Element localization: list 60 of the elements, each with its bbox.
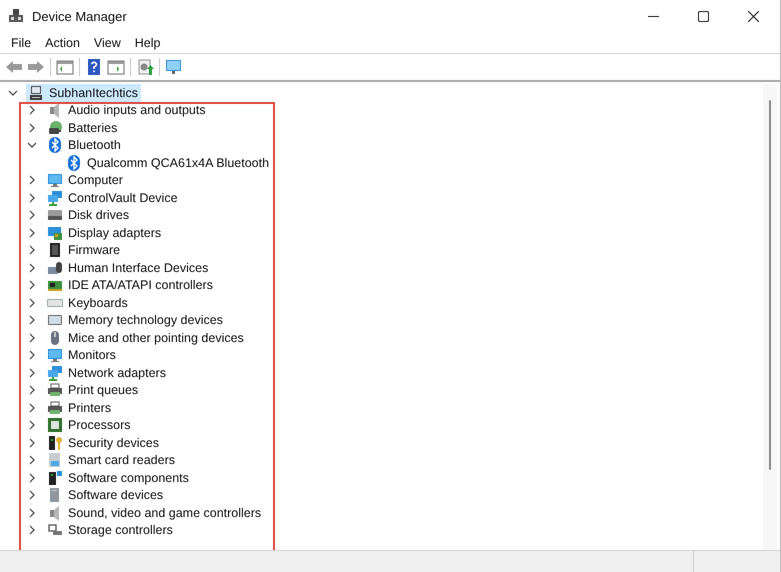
app-icon — [8, 8, 24, 24]
help-icon — [85, 58, 103, 76]
tree-item[interactable]: SubhanItechtics — [26, 84, 141, 102]
keyboard-mouse-icon — [47, 260, 63, 276]
chip-icon — [47, 242, 63, 258]
tree-item[interactable]: Batteries — [45, 118, 120, 137]
tree-item[interactable]: Mice and other pointing devices — [45, 328, 247, 347]
menu-item[interactable]: File — [4, 34, 38, 52]
tree-item[interactable]: Monitors — [45, 346, 119, 364]
bluetooth-icon — [66, 154, 82, 171]
scrollbar-thumb[interactable] — [769, 100, 771, 470]
tree-item[interactable]: Bluetooth — [45, 136, 124, 154]
tree-item[interactable]: Security devices — [45, 434, 162, 452]
tree-item[interactable]: Qualcomm QCA61x4A Bluetooth — [64, 154, 272, 172]
tree-item[interactable]: Network adapters — [45, 364, 169, 382]
processor-icon — [47, 417, 63, 434]
tree-item[interactable]: Printers — [45, 398, 114, 417]
network-icon — [47, 364, 63, 381]
tree-item[interactable]: Human Interface Devices — [45, 258, 212, 277]
scan-hardware-icon — [165, 58, 183, 76]
menu-item[interactable]: View — [86, 34, 128, 52]
tree-item[interactable]: Display adapters — [45, 224, 164, 242]
panel-left-icon — [56, 58, 74, 76]
tree-item[interactable]: Software devices — [45, 486, 166, 504]
tree-item[interactable]: Firmware — [45, 241, 124, 260]
network-icon — [47, 190, 63, 206]
tree-item[interactable]: Print queues — [45, 381, 142, 400]
monitor-icon — [47, 347, 63, 364]
tree-item[interactable]: Processors — [45, 416, 134, 434]
tree-item[interactable]: Memory technology devices — [45, 311, 226, 330]
menu-item[interactable]: Help — [128, 34, 168, 52]
update-driver-icon — [136, 58, 154, 76]
computer-icon — [28, 84, 44, 101]
scrollbar[interactable] — [763, 84, 777, 550]
software-component-icon — [47, 470, 63, 486]
display-adapter-icon — [47, 224, 63, 241]
tree-item[interactable]: Audio inputs and outputs — [45, 101, 209, 120]
security-key-icon — [47, 434, 63, 451]
bluetooth-icon — [47, 137, 63, 154]
monitor-icon — [47, 172, 63, 188]
printer-icon — [47, 400, 63, 416]
tree-item[interactable]: Disk drives — [45, 206, 132, 224]
close-icon — [748, 10, 758, 22]
panel-right-icon — [107, 58, 125, 76]
tree-item[interactable]: Sound, video and game controllers — [45, 504, 264, 522]
tree-item[interactable]: Computer — [45, 171, 126, 190]
tree-item[interactable]: Storage controllers — [45, 521, 176, 540]
printer-icon — [47, 382, 63, 398]
menu-item[interactable]: Action — [38, 34, 87, 52]
battery-icon — [47, 120, 63, 136]
tree-item[interactable]: Software components — [45, 468, 192, 487]
tree-item[interactable]: IDE ATA/ATAPI controllers — [45, 276, 216, 294]
tree-item[interactable]: ControlVault Device — [45, 188, 181, 207]
maximize-icon — [698, 10, 708, 22]
tree-item[interactable]: Smart card readers — [45, 451, 178, 470]
forward-icon — [27, 58, 45, 76]
window-title: Device Manager — [32, 8, 127, 24]
card-reader-icon — [47, 452, 63, 468]
tree-item[interactable]: Keyboards — [45, 294, 131, 312]
back-icon — [5, 58, 23, 76]
